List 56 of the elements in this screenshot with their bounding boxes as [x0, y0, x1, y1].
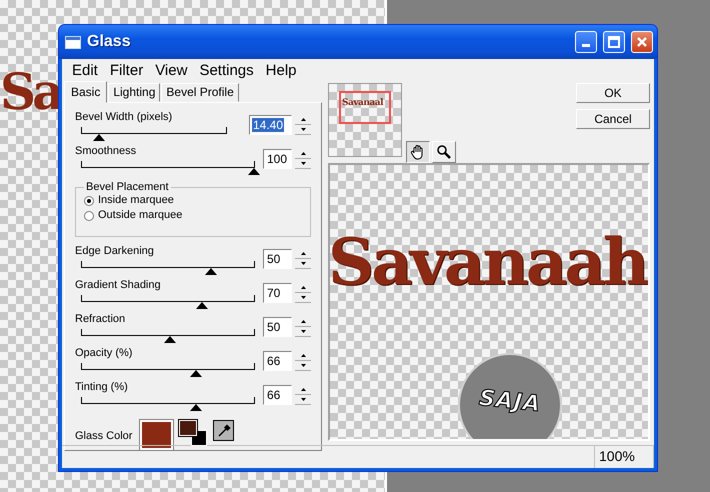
menu-item[interactable]: Settings [195, 62, 262, 78]
thumbnail-preview[interactable]: Savanaal [328, 83, 402, 157]
value-field[interactable]: 70 [263, 283, 292, 303]
dialog-button[interactable]: OK [576, 83, 650, 103]
slider-thumb[interactable] [190, 404, 202, 411]
radio-button[interactable] [84, 210, 94, 220]
zoom-level: 100% [594, 446, 654, 468]
slider-thumb[interactable] [164, 336, 176, 343]
slider-label: Opacity (%) [75, 347, 132, 360]
eyedropper-icon[interactable] [213, 420, 234, 441]
tab[interactable]: Bevel Profile [161, 83, 239, 102]
group-title: Bevel Placement [85, 181, 170, 193]
menu-item[interactable]: View [151, 62, 196, 78]
slider-thumb[interactable] [190, 370, 202, 377]
menu-item[interactable]: Help [262, 62, 305, 78]
dialog-button[interactable]: Cancel [576, 109, 650, 129]
search-icon[interactable] [432, 141, 456, 163]
minimize-button[interactable] [575, 31, 597, 53]
value-field[interactable]: 66 [263, 351, 292, 371]
badge-text: SAJA [478, 385, 542, 417]
maximize-button[interactable] [603, 31, 625, 53]
slider-thumb[interactable] [205, 268, 217, 275]
slider-thumb[interactable] [93, 134, 106, 141]
maximize-icon [608, 36, 620, 48]
value-field[interactable]: 100 [263, 149, 292, 169]
canvas-text: Sa [0, 62, 61, 121]
slider-label: Bevel Width (pixels) [75, 111, 172, 124]
tab[interactable]: Lighting [108, 83, 160, 102]
slider-thumb[interactable] [196, 302, 208, 309]
view-frame[interactable] [339, 91, 391, 124]
thumbnail-text: Savanaal [342, 98, 384, 108]
radio-button[interactable] [84, 196, 94, 206]
value-field[interactable]: 14.40 [249, 115, 292, 135]
window-title: Glass [87, 33, 132, 51]
close-icon [636, 36, 648, 48]
value-field[interactable]: 50 [263, 317, 292, 337]
close-button[interactable] [631, 31, 653, 53]
slider-label: Refraction [75, 313, 126, 326]
slider-label: Tinting (%) [75, 381, 128, 394]
slider-label: Smoothness [75, 145, 136, 158]
value-field[interactable]: 66 [263, 385, 292, 405]
value-field[interactable]: 50 [263, 249, 292, 269]
menu-item[interactable]: Filter [106, 62, 152, 78]
menu-item[interactable]: Edit [68, 62, 106, 78]
preview-text: Savanaah [330, 225, 646, 300]
radio-label[interactable]: Outside marquee [98, 208, 182, 223]
hand-icon[interactable] [406, 141, 430, 163]
slider-label: Gradient Shading [75, 279, 161, 292]
window-icon [65, 36, 81, 48]
slider-label: Edge Darkening [75, 245, 154, 258]
tab[interactable]: Basic [64, 81, 108, 103]
radio-label[interactable]: Inside marquee [98, 193, 174, 208]
minimize-icon [582, 44, 590, 47]
foreground-background-swatches[interactable] [179, 420, 208, 446]
color-label: Glass Color [75, 430, 132, 442]
color-swatch[interactable] [140, 420, 174, 450]
